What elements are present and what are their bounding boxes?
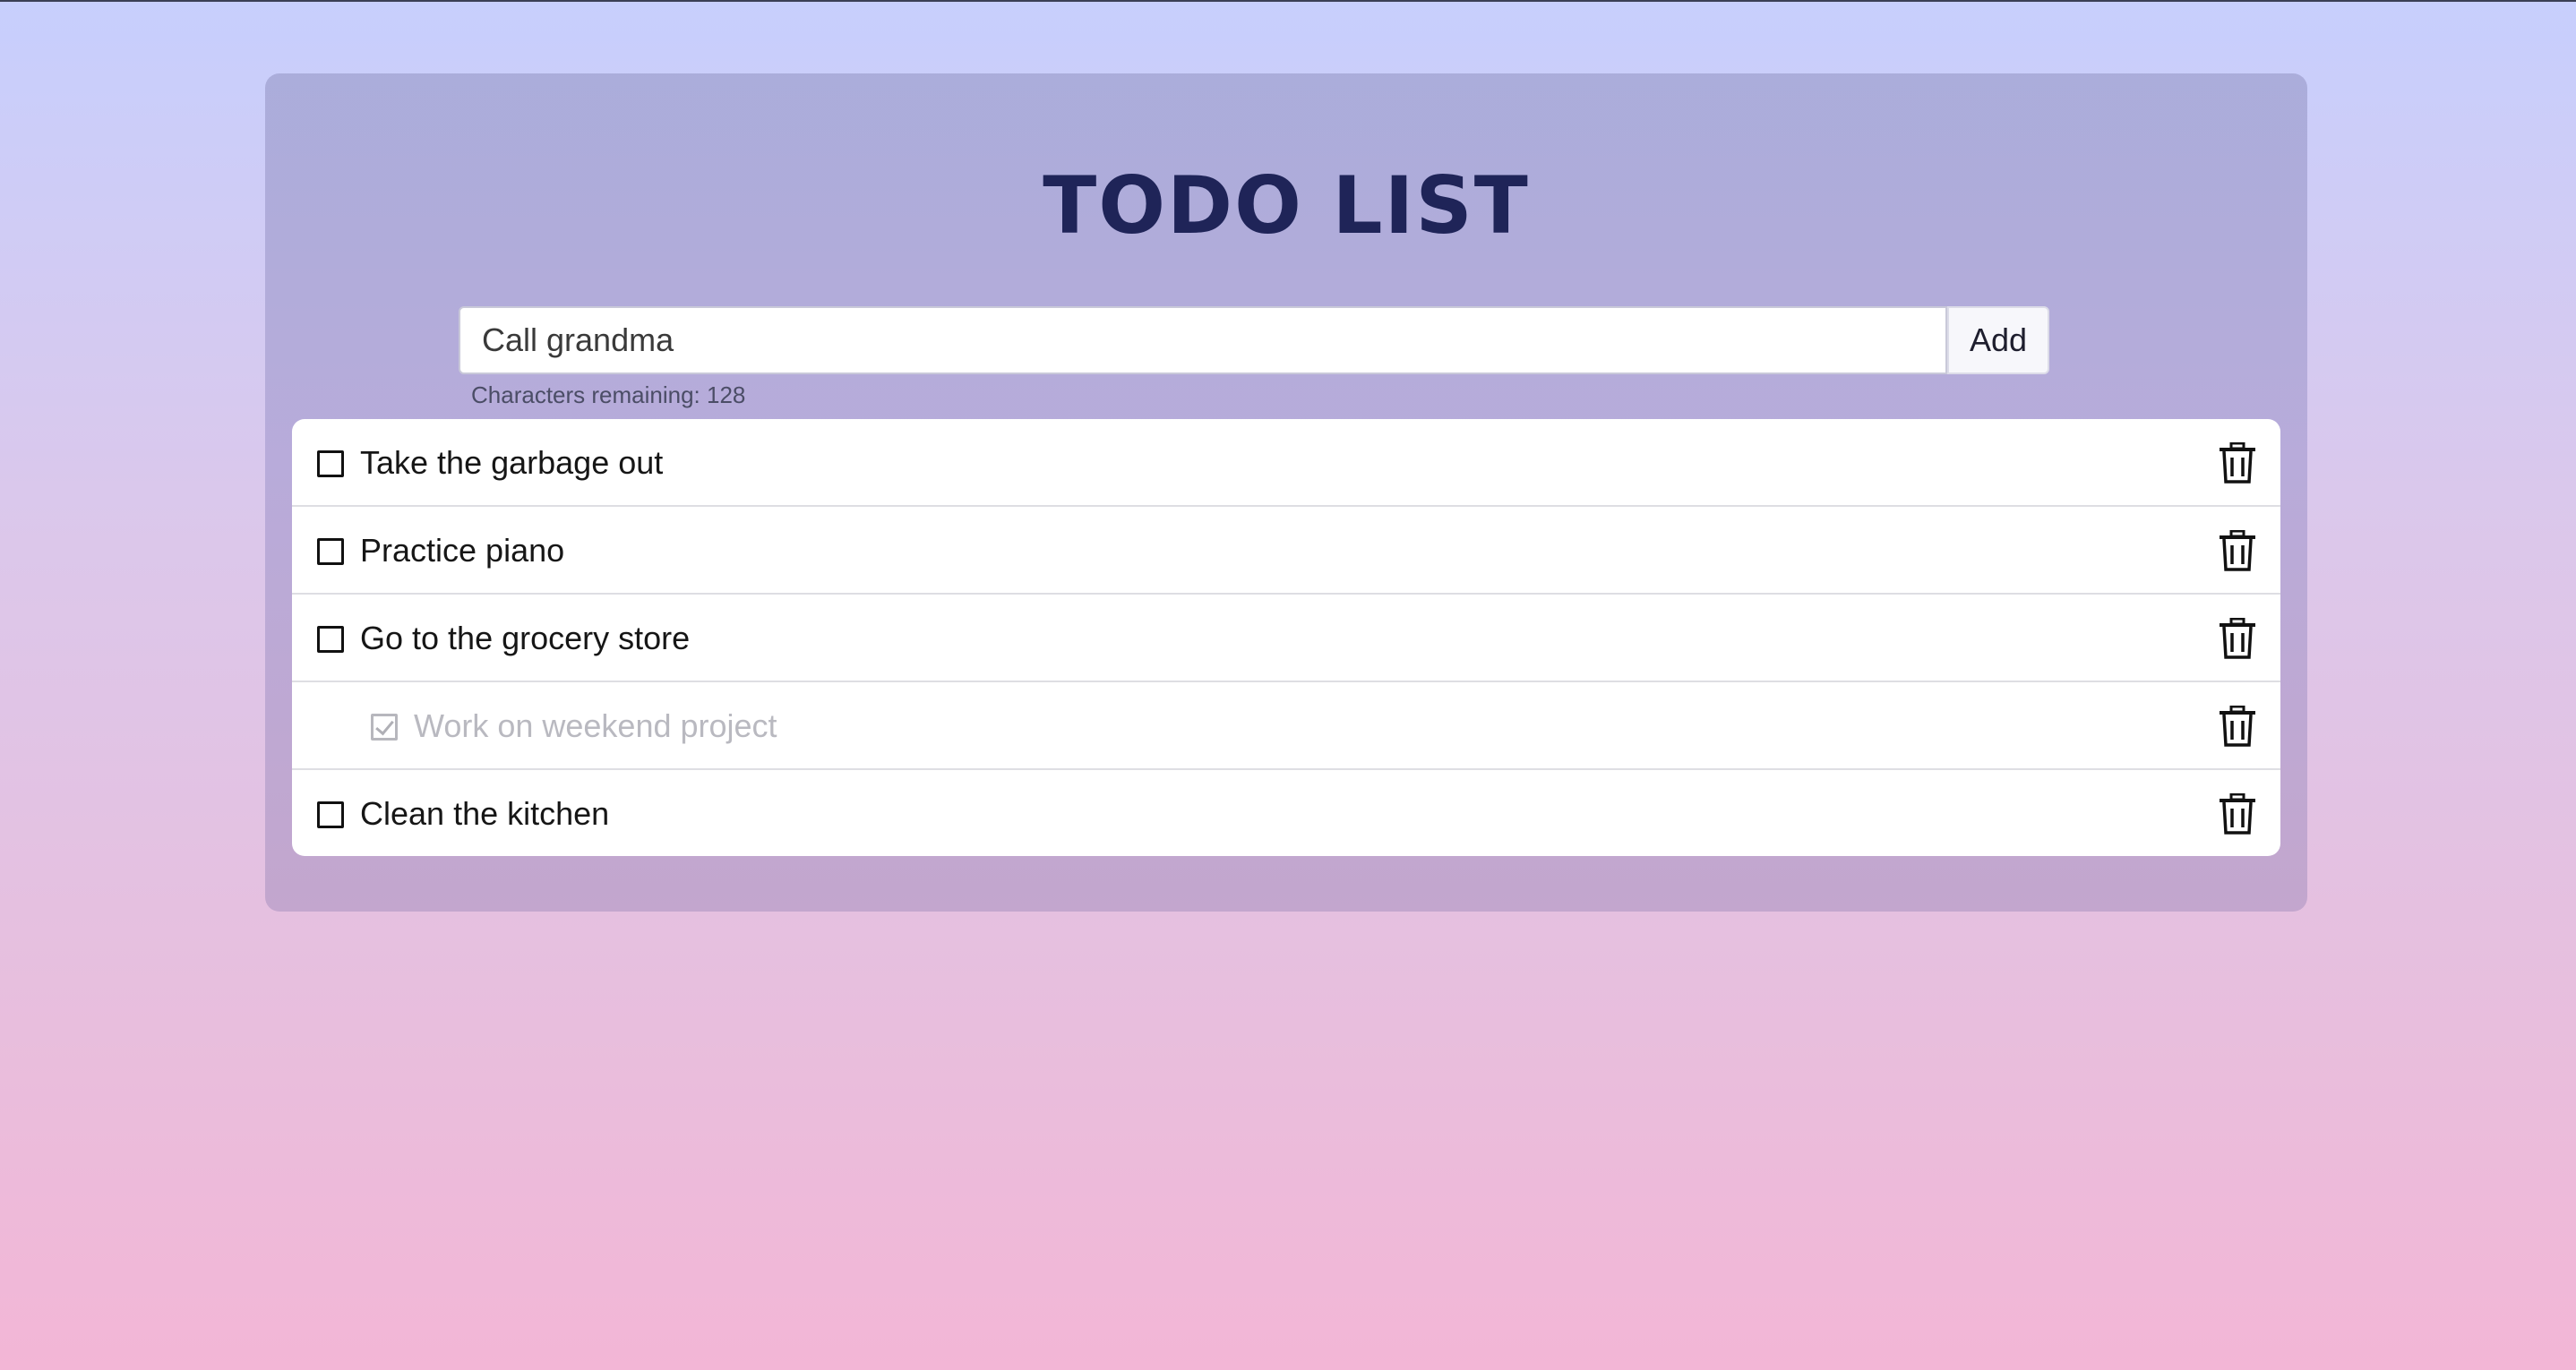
trash-icon[interactable] (2218, 442, 2257, 484)
checkbox-icon[interactable] (317, 801, 344, 828)
characters-remaining: Characters remaining: 128 (471, 381, 746, 408)
todo-label: Go to the grocery store (360, 620, 691, 656)
todo-item-completed: Work on weekend project (292, 682, 2280, 770)
todo-label: Work on weekend project (414, 707, 777, 744)
checked-checkbox-icon[interactable] (371, 714, 398, 741)
checkbox-icon[interactable] (317, 450, 344, 477)
trash-icon[interactable] (2218, 706, 2257, 747)
todo-panel: TODO LIST Add Characters remaining: 128 … (265, 73, 2307, 912)
todo-label: Practice piano (360, 532, 565, 569)
todo-input[interactable] (459, 306, 1947, 374)
trash-icon[interactable] (2218, 618, 2257, 659)
add-button[interactable]: Add (1947, 306, 2049, 374)
trash-icon[interactable] (2218, 793, 2257, 835)
trash-icon[interactable] (2218, 530, 2257, 571)
todo-item: Go to the grocery store (292, 595, 2280, 682)
todo-item: Clean the kitchen (292, 770, 2280, 856)
todo-item: Practice piano (292, 507, 2280, 595)
todo-label: Clean the kitchen (360, 795, 610, 832)
checkbox-icon[interactable] (317, 538, 344, 565)
add-todo-form: Add (459, 306, 2049, 374)
todo-label: Take the garbage out (360, 444, 664, 481)
todo-list: Take the garbage out Practice piano Go t… (292, 419, 2280, 856)
todo-item: Take the garbage out (292, 419, 2280, 507)
page-title: TODO LIST (1043, 159, 1530, 252)
checkbox-icon[interactable] (317, 626, 344, 653)
